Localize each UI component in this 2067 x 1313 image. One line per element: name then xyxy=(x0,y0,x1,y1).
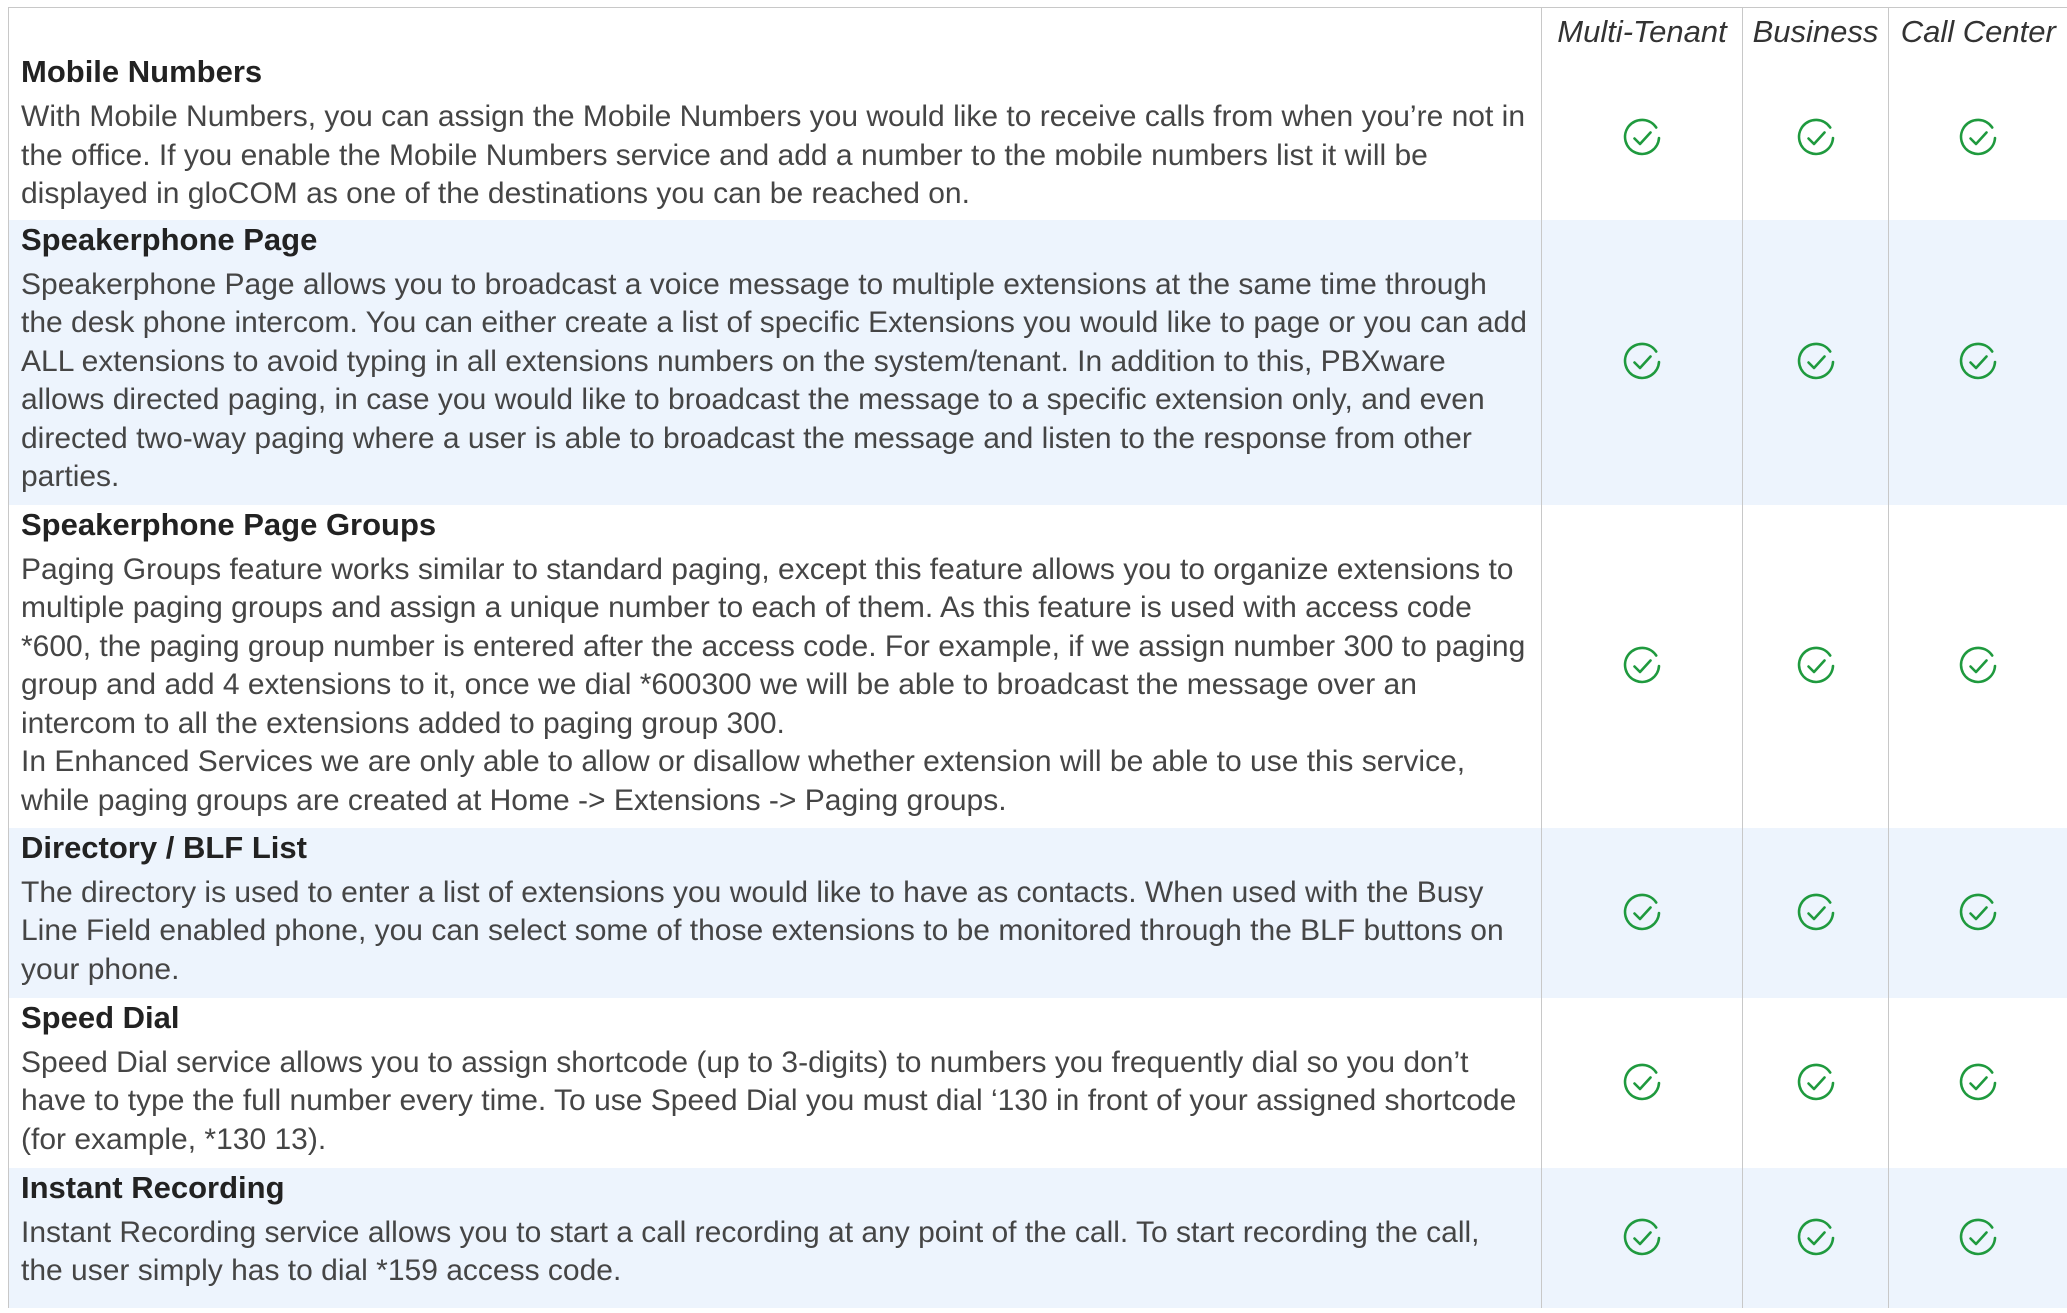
check-circle-icon xyxy=(1956,644,2000,688)
availability-call-center xyxy=(1888,219,2067,505)
feature-description: With Mobile Numbers, you can assign the … xyxy=(21,98,1529,214)
feature-cell: Instant Recording Instant Recording serv… xyxy=(8,1167,1542,1308)
feature-description-paragraph: In Enhanced Services we are only able to… xyxy=(21,745,1466,817)
check-circle-icon xyxy=(1620,644,1664,688)
availability-business xyxy=(1742,827,1889,998)
features-body: Mobile Numbers With Mobile Numbers, you … xyxy=(8,54,2067,1308)
feature-row-speakerphone-page-groups: Speakerphone Page Groups Paging Groups f… xyxy=(8,504,2067,828)
column-header-multi-tenant: Multi-Tenant xyxy=(1541,7,1743,56)
feature-title: Instant Recording xyxy=(21,1169,285,1205)
feature-cell: Mobile Numbers With Mobile Numbers, you … xyxy=(8,54,1542,220)
check-circle-icon xyxy=(1956,1216,2000,1260)
feature-cell: Directory / BLF List The directory is us… xyxy=(8,827,1542,998)
check-circle-icon xyxy=(1794,644,1838,688)
feature-title: Speakerphone Page Groups xyxy=(21,506,437,542)
feature-description: The directory is used to enter a list of… xyxy=(21,874,1529,990)
availability-business xyxy=(1742,219,1889,505)
feature-cell: Speakerphone Page Groups Paging Groups f… xyxy=(8,504,1542,828)
availability-multi-tenant xyxy=(1541,997,1743,1168)
check-circle-icon xyxy=(1620,340,1664,384)
feature-row-mobile-numbers: Mobile Numbers With Mobile Numbers, you … xyxy=(8,54,2067,220)
page: Multi-Tenant Business Call Center Mobile… xyxy=(0,0,2067,1313)
feature-row-directory-blf-list: Directory / BLF List The directory is us… xyxy=(8,827,2067,998)
feature-description-paragraph: Paging Groups feature works similar to s… xyxy=(21,552,1526,740)
availability-multi-tenant xyxy=(1541,1167,1743,1308)
feature-description-paragraph: Speed Dial service allows you to assign … xyxy=(21,1045,1517,1156)
feature-cell: Speed Dial Speed Dial service allows you… xyxy=(8,997,1542,1168)
header-row: Multi-Tenant Business Call Center xyxy=(8,7,2067,56)
availability-call-center xyxy=(1888,827,2067,998)
feature-description-paragraph: Instant Recording service allows you to … xyxy=(21,1215,1480,1288)
header-blank xyxy=(8,7,1542,56)
features-table: Multi-Tenant Business Call Center Mobile… xyxy=(8,7,2067,1308)
feature-description: Instant Recording service allows you to … xyxy=(21,1214,1529,1291)
availability-call-center xyxy=(1888,997,2067,1168)
feature-description: Speed Dial service allows you to assign … xyxy=(21,1044,1529,1160)
column-header-business: Business xyxy=(1742,7,1889,56)
check-circle-icon xyxy=(1794,340,1838,384)
check-circle-icon xyxy=(1620,116,1664,160)
feature-row-speed-dial: Speed Dial Speed Dial service allows you… xyxy=(8,997,2067,1168)
check-circle-icon xyxy=(1620,1061,1664,1105)
check-circle-icon xyxy=(1794,116,1838,160)
availability-business xyxy=(1742,56,1889,220)
feature-description-paragraph: Speakerphone Page allows you to broadcas… xyxy=(21,267,1527,494)
check-circle-icon xyxy=(1956,116,2000,160)
feature-title: Mobile Numbers xyxy=(21,54,263,89)
availability-multi-tenant xyxy=(1541,827,1743,998)
availability-multi-tenant xyxy=(1541,219,1743,505)
check-circle-icon xyxy=(1794,1216,1838,1260)
feature-description-paragraph: The directory is used to enter a list of… xyxy=(21,875,1504,986)
check-circle-icon xyxy=(1956,1061,2000,1105)
availability-call-center xyxy=(1888,1167,2067,1308)
availability-call-center xyxy=(1888,56,2067,220)
check-circle-icon xyxy=(1956,891,2000,935)
check-circle-icon xyxy=(1620,1216,1664,1260)
feature-row-instant-recording: Instant Recording Instant Recording serv… xyxy=(8,1167,2067,1308)
availability-business xyxy=(1742,997,1889,1168)
feature-row-speakerphone-page: Speakerphone Page Speakerphone Page allo… xyxy=(8,219,2067,505)
availability-multi-tenant xyxy=(1541,504,1743,828)
check-circle-icon xyxy=(1794,891,1838,935)
feature-description-paragraph: With Mobile Numbers, you can assign the … xyxy=(21,100,1525,210)
availability-multi-tenant xyxy=(1541,56,1743,220)
check-circle-icon xyxy=(1620,891,1664,935)
availability-business xyxy=(1742,504,1889,828)
feature-title: Speakerphone Page xyxy=(21,221,318,257)
feature-title: Directory / BLF List xyxy=(21,829,307,865)
availability-call-center xyxy=(1888,504,2067,828)
feature-cell: Speakerphone Page Speakerphone Page allo… xyxy=(8,219,1542,505)
feature-title: Speed Dial xyxy=(21,999,180,1035)
check-circle-icon xyxy=(1794,1061,1838,1105)
feature-description: Speakerphone Page allows you to broadcas… xyxy=(21,266,1529,497)
check-circle-icon xyxy=(1956,340,2000,384)
feature-description: Paging Groups feature works similar to s… xyxy=(21,551,1529,821)
column-header-call-center: Call Center xyxy=(1888,7,2067,56)
availability-business xyxy=(1742,1167,1889,1308)
